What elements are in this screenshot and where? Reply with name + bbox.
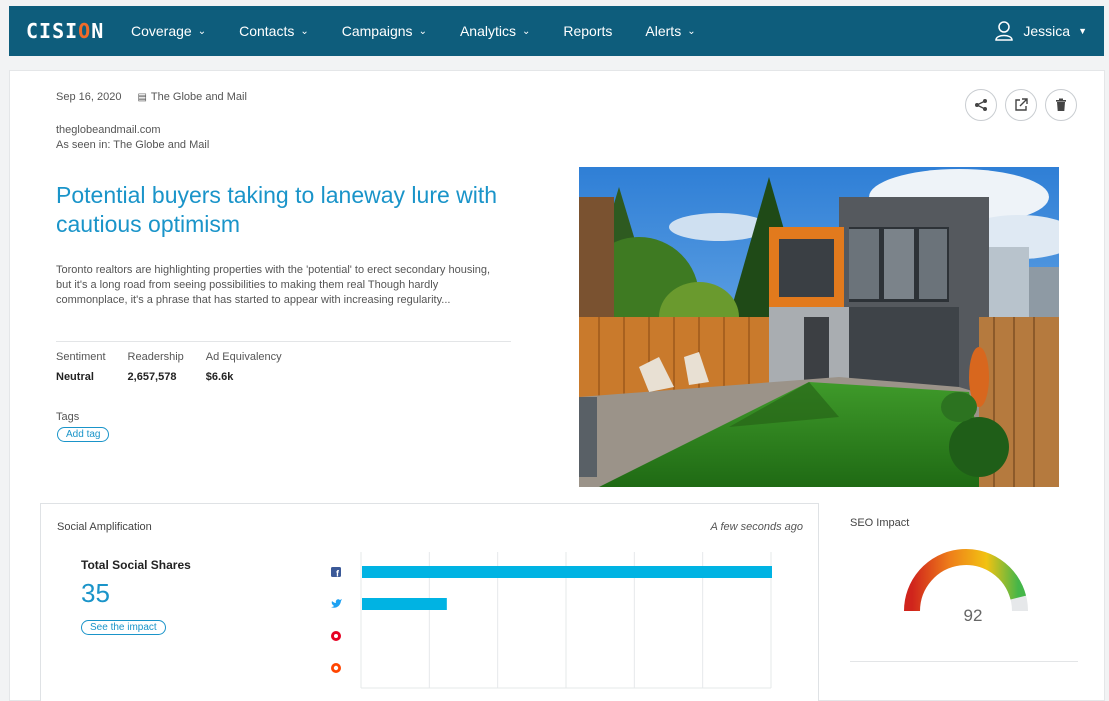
chevron-down-icon: ⌄ (300, 25, 309, 37)
article-actions (957, 89, 1077, 121)
stat-label: Sentiment (56, 351, 106, 363)
add-tag-button[interactable]: Add tag (57, 427, 110, 442)
nav-item-label: Campaigns (341, 23, 413, 39)
bar-facebook[interactable] (362, 566, 772, 578)
nav-item-analytics[interactable]: Analytics ⌄ (460, 23, 530, 39)
article-stats: Sentiment Neutral Readership 2,657,578 Ad Eq… (56, 351, 304, 383)
nav-item-reports[interactable]: Reports (563, 23, 612, 39)
stat-label: Ad Equivalency (205, 351, 282, 363)
nav-item-label: Contacts (239, 23, 295, 39)
open-external-button[interactable] (1005, 89, 1037, 121)
share-icon (975, 99, 987, 111)
stat-ad-equivalency: Ad Equivalency $6.6k (206, 351, 282, 383)
article-source: The Globe and Mail (150, 91, 247, 103)
logo-o: O (78, 19, 92, 43)
article-summary: Toronto realtors are highlighting proper… (56, 264, 491, 306)
chevron-down-icon: ⌄ (418, 25, 427, 37)
chevron-down-icon: ⌄ (687, 25, 696, 37)
trash-icon (1056, 98, 1066, 111)
total-social-shares-value: 35 (81, 578, 110, 608)
house-photo (579, 167, 1059, 487)
nav-item-label: Analytics (459, 23, 516, 39)
user-menu[interactable]: Jessica ▼ (995, 6, 1087, 56)
seo-divider (850, 661, 1078, 662)
stat-value: Neutral (56, 371, 94, 383)
share-button[interactable] (965, 89, 997, 121)
article-card: Sep 16, 2020 ▤ The Globe and Mail theglo… (9, 70, 1105, 701)
total-social-shares-label: Total Social Shares (81, 558, 191, 572)
tags-label: Tags (56, 411, 80, 423)
chevron-down-icon: ⌄ (521, 25, 531, 37)
external-link-icon (1015, 98, 1028, 111)
stat-readership: Readership 2,657,578 (128, 351, 184, 383)
gauge-fill (904, 549, 1027, 612)
top-navigation-bar: CISI O N Coverage ⌄ Contacts ⌄ Campaigns ⌄ Analy… (9, 6, 1104, 56)
last-updated-text: A few seconds ago (710, 521, 803, 533)
article-headline[interactable]: Potential buyers taking to laneway lure … (56, 181, 506, 239)
nav-item-alerts[interactable]: Alerts ⌄ (645, 23, 695, 39)
nav-item-coverage[interactable]: Coverage ⌄ (131, 23, 206, 39)
article-image[interactable] (579, 167, 1059, 487)
seo-score: 92 (964, 606, 983, 625)
newspaper-icon: ▤ (137, 91, 147, 103)
twitter-icon (331, 599, 342, 608)
caret-down-icon: ▼ (1078, 26, 1087, 36)
social-amplification-title: Social Amplification (57, 521, 152, 533)
nav-item-label: Coverage (131, 23, 192, 39)
article-domain-block: theglobeandmail.com As seen in: The Glob… (56, 123, 209, 153)
user-name: Jessica (1023, 23, 1071, 39)
logo-text-end: N (91, 19, 105, 43)
stat-label: Readership (127, 351, 184, 363)
facebook-icon: f (331, 567, 341, 579)
logo-text: CISI (26, 19, 79, 43)
article-domain: theglobeandmail.com (56, 124, 161, 136)
social-shares-bar-chart: f (331, 552, 772, 689)
stat-value: $6.6k (205, 371, 234, 383)
article-date: Sep 16, 2020 (56, 91, 122, 103)
nav-item-label: Alerts (645, 23, 682, 39)
see-impact-button[interactable]: See the impact (81, 620, 166, 635)
bar-twitter[interactable] (362, 598, 447, 610)
reddit-icon (331, 663, 341, 673)
seo-impact-title: SEO Impact (850, 517, 910, 529)
chevron-down-icon: ⌄ (197, 25, 207, 37)
cision-logo[interactable]: CISI O N (26, 19, 103, 43)
social-amplification-panel: Social Amplification A few seconds ago T… (40, 503, 819, 701)
seen-in-text: As seen in: The Globe and Mail (56, 139, 210, 151)
nav-item-campaigns[interactable]: Campaigns ⌄ (342, 23, 427, 39)
nav-item-label: Reports (563, 23, 613, 39)
stat-sentiment: Sentiment Neutral (56, 351, 106, 383)
nav-item-contacts[interactable]: Contacts ⌄ (239, 23, 309, 39)
nav-menu: Coverage ⌄ Contacts ⌄ Campaigns ⌄ Analytics ⌄ Re… (131, 23, 729, 39)
pinterest-icon (331, 631, 341, 641)
article-meta: Sep 16, 2020 ▤ The Globe and Mail (56, 91, 247, 103)
stat-value: 2,657,578 (127, 371, 177, 383)
divider (56, 341, 511, 342)
delete-button[interactable] (1045, 89, 1077, 121)
seo-gauge: 92 (904, 549, 1028, 625)
user-icon (995, 21, 1014, 41)
